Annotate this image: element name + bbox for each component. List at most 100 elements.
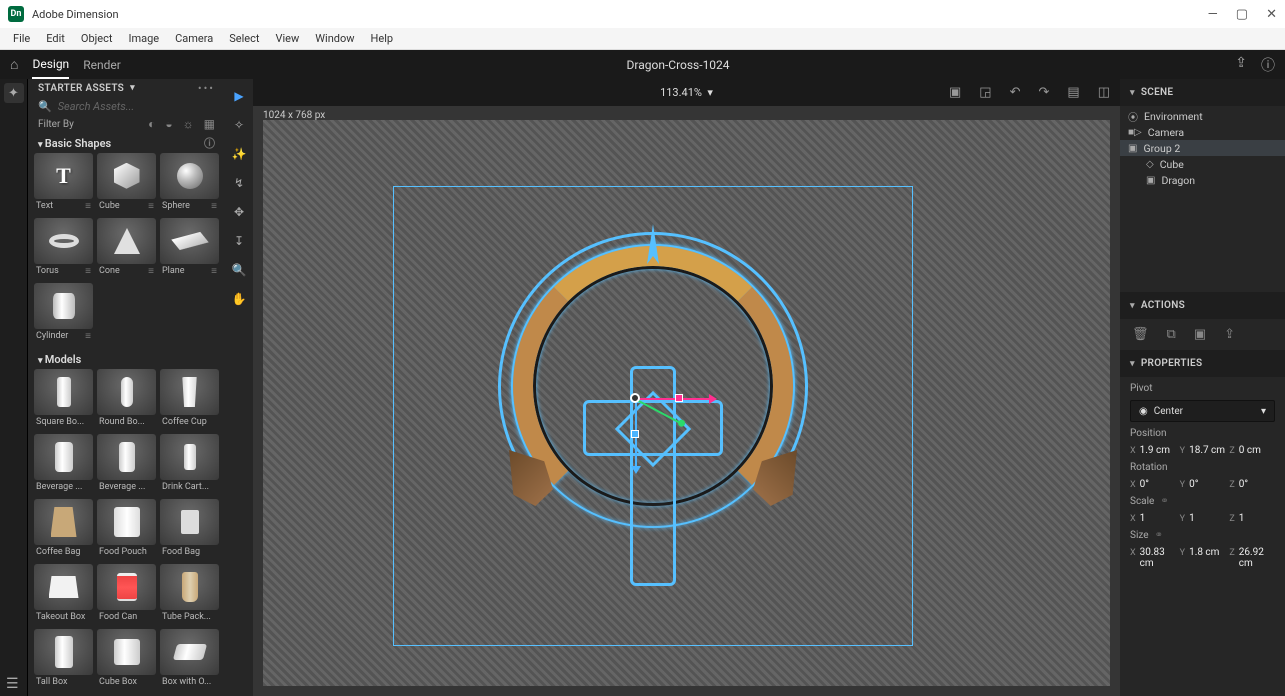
- asset-coffee-cup[interactable]: Coffee Cup: [160, 369, 219, 430]
- asset-square-bottle[interactable]: Square Bo...: [34, 369, 93, 430]
- filter-lights-icon[interactable]: ☼: [183, 117, 194, 131]
- asset-sphere[interactable]: Sphere≡: [160, 153, 219, 214]
- scene-section-header[interactable]: SCENE: [1120, 79, 1285, 106]
- scene-group-2[interactable]: ▣Group 2: [1120, 140, 1285, 156]
- asset-tube-pack[interactable]: Tube Pack...: [160, 564, 219, 625]
- menu-window[interactable]: Window: [308, 30, 361, 47]
- size-y[interactable]: Y1.8 cm: [1180, 547, 1226, 569]
- rotation-z[interactable]: Z0°: [1229, 479, 1275, 490]
- position-z[interactable]: Z0 cm: [1229, 445, 1275, 456]
- scale-z[interactable]: Z1: [1229, 513, 1275, 524]
- asset-drink-carton[interactable]: Drink Cart...: [160, 434, 219, 495]
- scene-dragon[interactable]: ▣Dragon: [1120, 172, 1285, 188]
- filter-materials-icon[interactable]: ◒: [165, 117, 172, 131]
- orbit-tool[interactable]: ✧: [230, 116, 248, 134]
- delete-icon[interactable]: 🗑: [1132, 327, 1149, 342]
- link-icon[interactable]: ⚭: [1155, 530, 1163, 541]
- window-minimize[interactable]: —: [1208, 7, 1218, 22]
- menu-object[interactable]: Object: [74, 30, 120, 47]
- select-tool[interactable]: ▶: [230, 87, 248, 105]
- panel-toggle-icon[interactable]: ☰: [6, 676, 19, 692]
- gizmo-x-axis[interactable]: [635, 398, 711, 400]
- undo-view-icon[interactable]: ↶: [1010, 85, 1021, 100]
- duplicate-icon[interactable]: ⧉: [1167, 327, 1176, 342]
- menu-view[interactable]: View: [268, 30, 306, 47]
- window-maximize[interactable]: ▢: [1236, 7, 1248, 22]
- position-x[interactable]: X1.9 cm: [1130, 445, 1176, 456]
- filter-images-icon[interactable]: ▦: [204, 117, 215, 131]
- share-icon[interactable]: ⇪: [1235, 55, 1247, 75]
- filter-models-icon[interactable]: ◐: [148, 117, 155, 131]
- tab-design[interactable]: Design: [32, 51, 69, 79]
- rotation-x[interactable]: X0°: [1130, 479, 1176, 490]
- artwork-group[interactable]: [463, 226, 843, 606]
- section-models[interactable]: Models: [38, 353, 81, 366]
- menu-edit[interactable]: Edit: [39, 30, 72, 47]
- group-icon[interactable]: ▣: [1194, 327, 1206, 342]
- search-input[interactable]: [58, 100, 215, 113]
- properties-section-header[interactable]: PROPERTIES: [1120, 350, 1285, 377]
- asset-coffee-bag[interactable]: Coffee Bag: [34, 499, 93, 560]
- menu-image[interactable]: Image: [121, 30, 166, 47]
- asset-torus[interactable]: Torus≡: [34, 218, 93, 279]
- rotation-y[interactable]: Y0°: [1180, 479, 1226, 490]
- link-icon[interactable]: ⚭: [1160, 496, 1168, 507]
- asset-takeout-box[interactable]: Takeout Box: [34, 564, 93, 625]
- scene-camera[interactable]: ■▷Camera: [1120, 124, 1285, 140]
- asset-food-bag[interactable]: Food Bag: [160, 499, 219, 560]
- asset-round-bottle[interactable]: Round Bo...: [97, 369, 156, 430]
- asset-cube-box[interactable]: Cube Box: [97, 629, 156, 690]
- size-z[interactable]: Z26.92 cm: [1229, 547, 1275, 569]
- asset-tall-box[interactable]: Tall Box: [34, 629, 93, 690]
- menu-file[interactable]: File: [6, 30, 37, 47]
- asset-cone[interactable]: Cone≡: [97, 218, 156, 279]
- gizmo-origin[interactable]: [630, 393, 640, 403]
- info-icon[interactable]: ⓘ: [204, 135, 215, 151]
- menu-select[interactable]: Select: [222, 30, 266, 47]
- render-settings-icon[interactable]: ◫: [1098, 85, 1110, 100]
- frame-all-icon[interactable]: ▣: [949, 85, 961, 100]
- scale-y[interactable]: Y1: [1180, 513, 1226, 524]
- asset-box-open[interactable]: Box with O...: [160, 629, 219, 690]
- help-icon[interactable]: ⓘ: [1261, 55, 1275, 75]
- zoom-tool[interactable]: 🔍: [230, 261, 248, 279]
- redo-view-icon[interactable]: ↷: [1039, 85, 1050, 100]
- asset-plane[interactable]: Plane≡: [160, 218, 219, 279]
- camera-bookmark-icon[interactable]: ◲: [979, 85, 991, 100]
- section-basic-shapes[interactable]: Basic Shapes: [38, 137, 111, 150]
- asset-beverage-2[interactable]: Beverage ...: [97, 434, 156, 495]
- asset-food-can[interactable]: Food Can: [97, 564, 156, 625]
- scale-x[interactable]: X1: [1130, 513, 1176, 524]
- assets-panel-more[interactable]: •••: [198, 82, 215, 95]
- size-x[interactable]: X30.83 cm: [1130, 547, 1176, 569]
- hand-tool[interactable]: ✋: [230, 290, 248, 308]
- add-content-button[interactable]: ✦: [4, 83, 24, 103]
- scene-environment[interactable]: ⦿Environment: [1120, 108, 1285, 124]
- asset-food-pouch[interactable]: Food Pouch: [97, 499, 156, 560]
- position-row: X1.9 cm Y18.7 cm Z0 cm: [1130, 445, 1275, 456]
- viewport[interactable]: 1024 x 768 px: [253, 106, 1120, 696]
- gizmo-y-plane[interactable]: [631, 430, 639, 438]
- menu-help[interactable]: Help: [364, 30, 401, 47]
- pivot-select[interactable]: ◉Center ▾: [1130, 400, 1275, 422]
- window-close[interactable]: ✕: [1266, 7, 1277, 22]
- asset-text[interactable]: TText≡: [34, 153, 93, 214]
- tab-render[interactable]: Render: [83, 52, 121, 78]
- asset-cube[interactable]: Cube≡: [97, 153, 156, 214]
- asset-cylinder[interactable]: Cylinder≡: [34, 283, 93, 344]
- align-tool[interactable]: ↧: [230, 232, 248, 250]
- magic-wand-tool[interactable]: ✨: [230, 145, 248, 163]
- zoom-level[interactable]: 113.41% ▾: [660, 86, 713, 99]
- menu-camera[interactable]: Camera: [168, 30, 220, 47]
- assets-panel-title[interactable]: STARTER ASSETS▾: [38, 83, 135, 94]
- export-icon[interactable]: ⇪: [1224, 327, 1235, 342]
- position-y[interactable]: Y18.7 cm: [1180, 445, 1226, 456]
- move-tool[interactable]: ✥: [230, 203, 248, 221]
- scene-cube[interactable]: ◇Cube: [1120, 156, 1285, 172]
- home-icon[interactable]: ⌂: [10, 56, 18, 73]
- actions-section-header[interactable]: ACTIONS: [1120, 292, 1285, 319]
- gizmo-x-plane[interactable]: [675, 394, 683, 402]
- render-preview-icon[interactable]: ▤: [1067, 85, 1079, 100]
- asset-beverage-1[interactable]: Beverage ...: [34, 434, 93, 495]
- sampler-tool[interactable]: ↯: [230, 174, 248, 192]
